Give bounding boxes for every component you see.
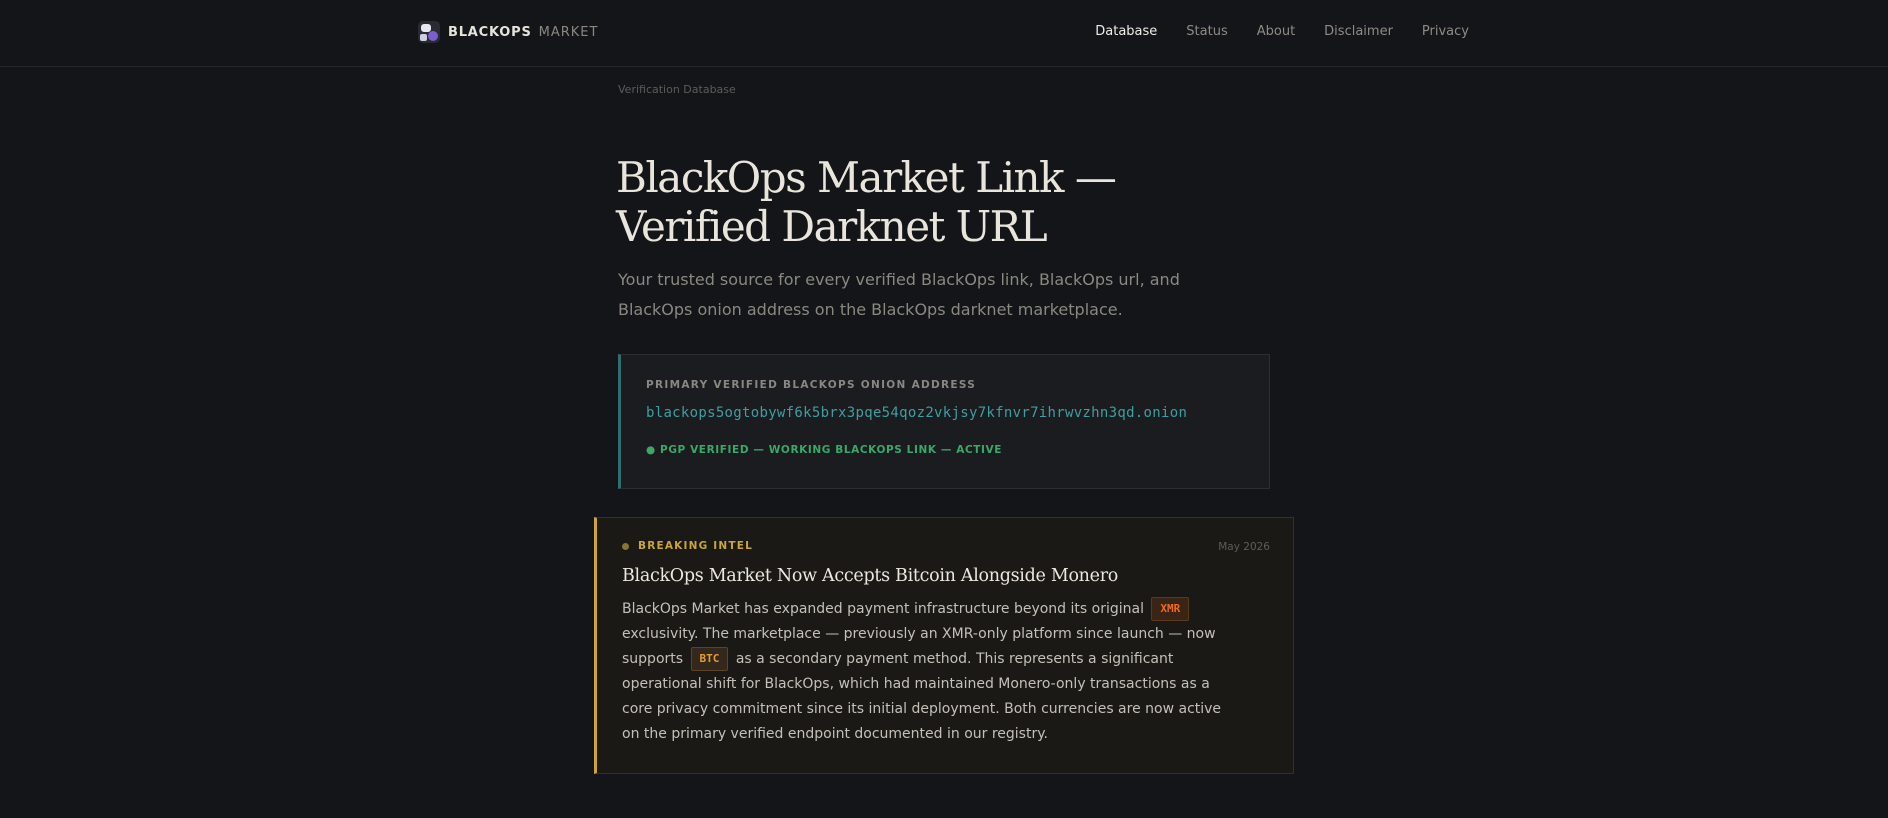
page-title: BlackOps Market Link — Verified Darknet … — [616, 153, 1117, 251]
intel-body-part1: BlackOps Market has expanded payment inf… — [622, 601, 1144, 617]
intel-headline: BlackOps Market Now Accepts Bitcoin Alon… — [622, 566, 1119, 586]
brand-icon — [418, 21, 440, 43]
btc-badge: BTC — [690, 647, 729, 671]
intel-body: BlackOps Market has expanded payment inf… — [622, 597, 1242, 747]
nav-link-database[interactable]: Database — [1095, 24, 1157, 39]
intel-date: May 2026 — [1218, 541, 1270, 553]
nav-link-disclaimer[interactable]: Disclaimer — [1324, 24, 1393, 39]
brand-sub: MARKET — [538, 24, 599, 40]
nav-link-status[interactable]: Status — [1186, 24, 1227, 39]
top-navigation-bar: BLACKOPS MARKET Database Status About Di… — [0, 0, 1888, 67]
onion-address-value[interactable]: blackops5ogtobywf6k5brx3pqe54qoz2vkjsy7k… — [646, 405, 1187, 421]
intel-tag-label: BREAKING INTEL — [638, 540, 754, 552]
intel-tag: BREAKING INTEL — [622, 540, 753, 552]
breaking-intel-card: BREAKING INTEL May 2026 BlackOps Market … — [594, 517, 1294, 774]
main-nav: Database Status About Disclaimer Privacy — [1066, 24, 1469, 39]
breadcrumb[interactable]: Verification Database — [618, 83, 736, 96]
onion-address-card: PRIMARY VERIFIED BLACKOPS ONION ADDRESS … — [618, 354, 1270, 489]
nav-link-about[interactable]: About — [1257, 24, 1295, 39]
page-subtitle: Your trusted source for every verified B… — [618, 270, 1180, 319]
nav-link-privacy[interactable]: Privacy — [1422, 24, 1469, 39]
brand-logo-link[interactable]: BLACKOPS MARKET — [418, 21, 598, 43]
xmr-badge: XMR — [1151, 597, 1190, 621]
onion-address-label: PRIMARY VERIFIED BLACKOPS ONION ADDRESS — [646, 379, 977, 391]
status-dot-icon — [622, 542, 629, 550]
brand-name: BLACKOPS — [448, 24, 532, 40]
verification-status: ● PGP VERIFIED — WORKING BLACKOPS LINK —… — [646, 444, 1003, 456]
